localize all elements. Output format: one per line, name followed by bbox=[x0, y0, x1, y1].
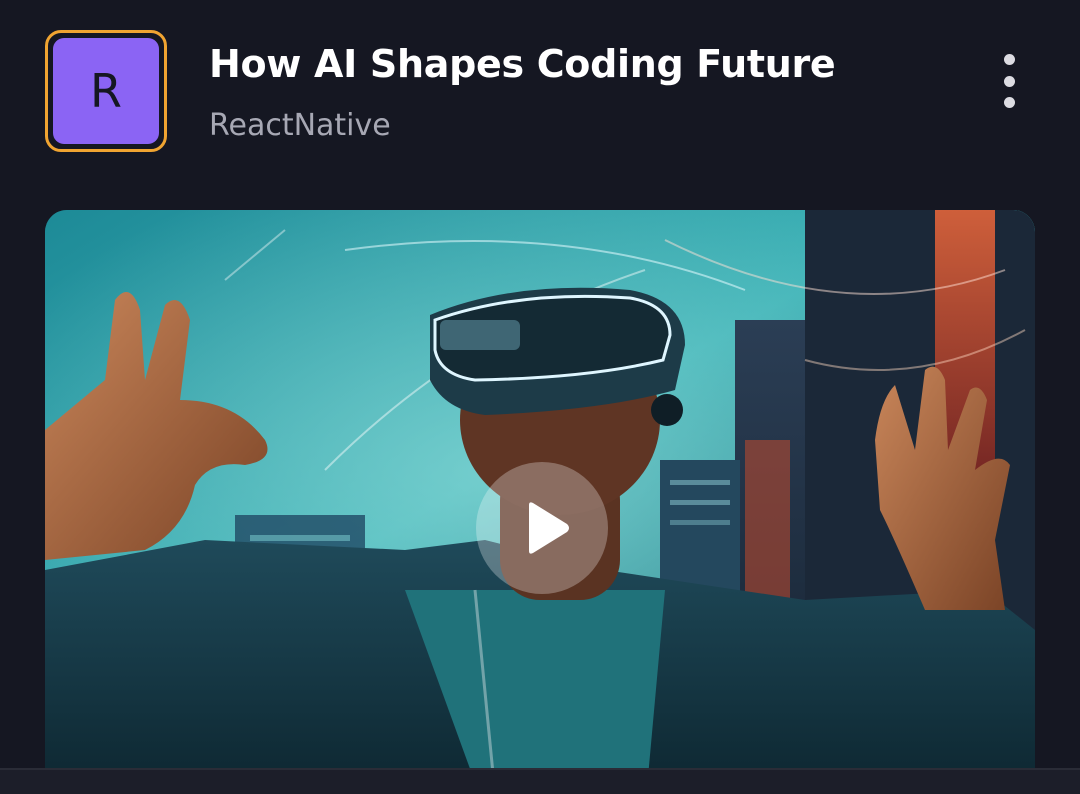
post-card: R How AI Shapes Coding Future ReactNativ… bbox=[0, 0, 1080, 794]
channel-avatar[interactable]: R bbox=[45, 30, 167, 152]
more-vertical-icon bbox=[1003, 54, 1015, 65]
more-vertical-icon-dot bbox=[1003, 97, 1015, 108]
play-button[interactable] bbox=[476, 462, 608, 594]
avatar-letter: R bbox=[53, 38, 159, 144]
more-options-button[interactable] bbox=[988, 48, 1030, 114]
play-icon bbox=[529, 502, 569, 554]
channel-name[interactable]: ReactNative bbox=[209, 108, 391, 143]
next-card-edge bbox=[0, 768, 1080, 794]
more-vertical-icon-dot bbox=[1003, 75, 1015, 87]
video-thumbnail[interactable] bbox=[45, 210, 1035, 794]
video-title[interactable]: How AI Shapes Coding Future bbox=[209, 42, 836, 86]
